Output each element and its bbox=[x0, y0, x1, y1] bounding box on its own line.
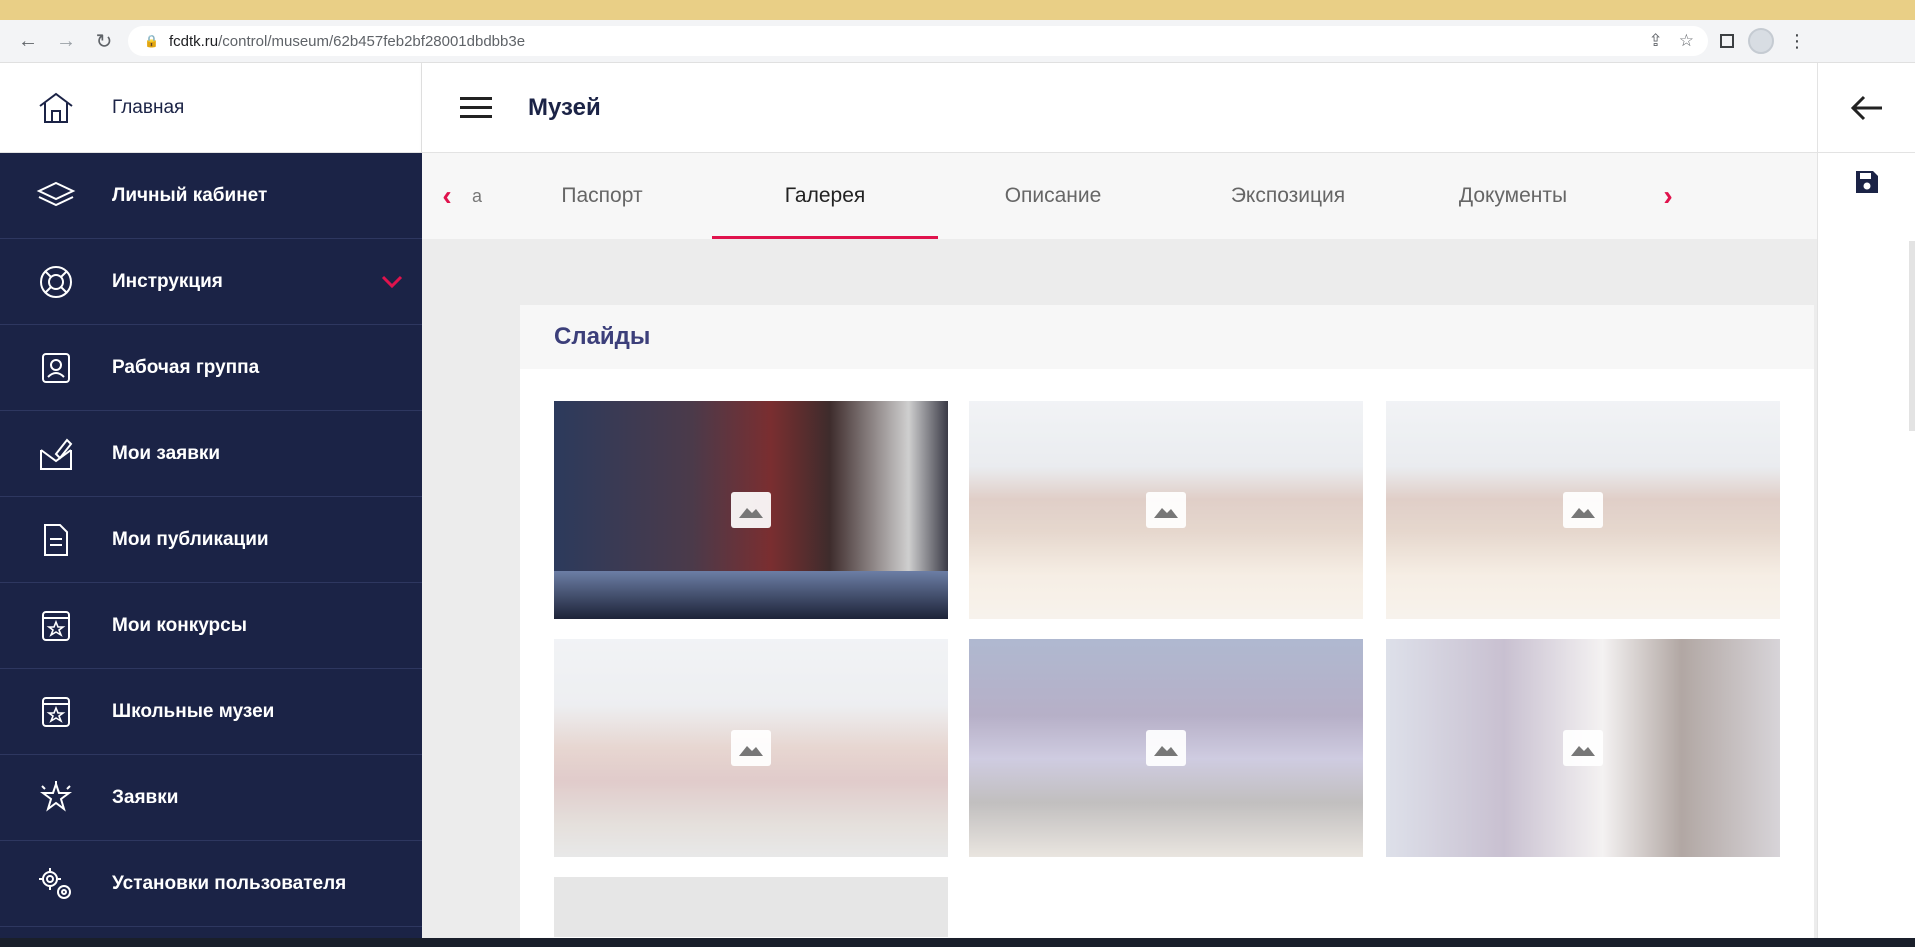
slide-thumbnail[interactable] bbox=[554, 401, 948, 619]
tabs-next-arrow-icon[interactable]: › bbox=[1618, 180, 1718, 212]
slides-card: Слайды bbox=[520, 305, 1814, 947]
profile-avatar[interactable] bbox=[1748, 28, 1774, 54]
tabs-prev-arrow-icon[interactable]: ‹ bbox=[422, 180, 472, 212]
tabs-bar: ‹ а Паспорт Галерея Описание Экспозиция … bbox=[422, 153, 1817, 239]
lock-icon: 🔒 bbox=[144, 34, 159, 48]
sidebar-item-requests[interactable]: Заявки bbox=[0, 755, 422, 841]
side-panel-icon[interactable] bbox=[1720, 34, 1734, 48]
sidebar-item-label: Инструкция bbox=[112, 270, 223, 292]
star-box-icon bbox=[0, 695, 112, 729]
tab-description[interactable]: Описание bbox=[938, 153, 1168, 239]
sidebar-item-cabinet[interactable]: Личный кабинет bbox=[0, 153, 422, 239]
tab-partial[interactable]: а bbox=[472, 186, 492, 207]
image-icon[interactable] bbox=[731, 730, 771, 766]
image-icon[interactable] bbox=[1146, 730, 1186, 766]
sidebar-item-user-settings[interactable]: Установки пользователя bbox=[0, 841, 422, 927]
section-title: Слайды bbox=[520, 305, 1814, 369]
sidebar-item-label: Мои конкурсы bbox=[112, 614, 247, 636]
back-nav-icon[interactable]: ← bbox=[14, 27, 42, 55]
slide-thumbnail[interactable] bbox=[1386, 639, 1780, 857]
hamburger-menu-icon[interactable] bbox=[460, 97, 494, 118]
slide-thumbnail[interactable] bbox=[554, 639, 948, 857]
main-content: Слайды bbox=[422, 239, 1817, 947]
sidebar-item-my-publications[interactable]: Мои публикации bbox=[0, 497, 422, 583]
top-strip bbox=[0, 0, 1915, 20]
sidebar-item-home[interactable]: Главная bbox=[0, 63, 422, 153]
sidebar-item-school-museums[interactable]: Школьные музеи bbox=[0, 669, 422, 755]
star-box-icon bbox=[0, 609, 112, 643]
scrollbar[interactable] bbox=[1909, 241, 1915, 431]
sidebar-item-label: Школьные музеи bbox=[112, 700, 275, 722]
right-action-column bbox=[1817, 63, 1915, 947]
address-bar[interactable]: 🔒 fcdtk.ru/control/museum/62b457feb2bf28… bbox=[128, 26, 1708, 56]
tab-documents[interactable]: Документы bbox=[1408, 153, 1618, 239]
image-icon[interactable] bbox=[731, 492, 771, 528]
star-burst-icon bbox=[0, 780, 112, 816]
sidebar-item-workgroup[interactable]: Рабочая группа bbox=[0, 325, 422, 411]
user-badge-icon bbox=[0, 351, 112, 385]
page-title: Музей bbox=[528, 93, 601, 121]
sidebar-item-my-requests[interactable]: Мои заявки bbox=[0, 411, 422, 497]
sidebar: Главная Личный кабинет Инструкция Рабоча… bbox=[0, 63, 422, 947]
slide-thumbnail[interactable] bbox=[969, 639, 1363, 857]
page-header: Музей bbox=[422, 63, 1817, 153]
image-icon[interactable] bbox=[1563, 730, 1603, 766]
document-icon bbox=[0, 522, 112, 558]
url-host: fcdtk.ru bbox=[168, 32, 219, 50]
envelope-edit-icon bbox=[0, 436, 112, 472]
save-icon[interactable] bbox=[1818, 153, 1915, 211]
image-icon[interactable] bbox=[1146, 492, 1186, 528]
sidebar-item-label: Заявки bbox=[112, 786, 179, 808]
browser-toolbar: ← → ↻ 🔒 fcdtk.ru/control/museum/62b457fe… bbox=[0, 20, 1915, 63]
slide-thumbnail[interactable] bbox=[969, 401, 1363, 619]
share-icon[interactable]: ⇪ bbox=[1649, 31, 1663, 51]
sidebar-item-label: Мои заявки bbox=[112, 442, 221, 464]
sidebar-item-label: Установки пользователя bbox=[112, 872, 347, 894]
forward-nav-icon[interactable]: → bbox=[52, 27, 80, 55]
chevron-down-icon[interactable] bbox=[362, 275, 422, 289]
slide-add-placeholder[interactable] bbox=[554, 877, 948, 937]
lifebuoy-icon bbox=[0, 264, 112, 300]
url-path: /control/museum/62b457feb2bf28001dbdbb3e bbox=[218, 32, 526, 50]
reload-icon[interactable]: ↻ bbox=[90, 27, 118, 55]
menu-kebab-icon[interactable]: ⋮ bbox=[1788, 31, 1806, 52]
tab-gallery[interactable]: Галерея bbox=[712, 153, 938, 239]
sidebar-item-label: Рабочая группа bbox=[112, 356, 260, 378]
slide-thumbnail[interactable] bbox=[1386, 401, 1780, 619]
sidebar-item-my-contests[interactable]: Мои конкурсы bbox=[0, 583, 422, 669]
sidebar-home-label: Главная bbox=[112, 96, 185, 118]
back-arrow-icon[interactable] bbox=[1818, 63, 1915, 153]
tab-exposition[interactable]: Экспозиция bbox=[1168, 153, 1408, 239]
layers-icon bbox=[0, 180, 112, 212]
gears-icon bbox=[0, 866, 112, 902]
sidebar-item-label: Мои публикации bbox=[112, 528, 269, 550]
sidebar-item-label: Личный кабинет bbox=[112, 184, 268, 206]
image-icon[interactable] bbox=[1563, 492, 1603, 528]
tab-passport[interactable]: Паспорт bbox=[492, 153, 712, 239]
sidebar-item-instructions[interactable]: Инструкция bbox=[0, 239, 422, 325]
os-taskbar bbox=[0, 938, 1915, 947]
bookmark-star-icon[interactable]: ☆ bbox=[1679, 31, 1694, 51]
home-icon bbox=[0, 91, 112, 125]
